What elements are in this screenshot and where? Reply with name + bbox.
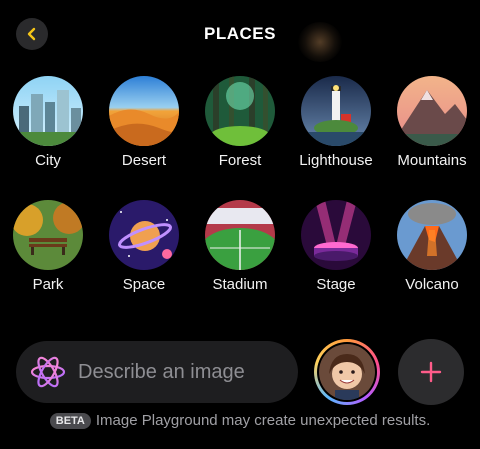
beta-badge: BETA [49, 412, 91, 429]
place-mountains[interactable]: Mountains [386, 76, 478, 169]
place-space[interactable]: Space [98, 200, 190, 293]
stage-thumbnail [301, 200, 371, 270]
image-playground-icon [30, 356, 66, 388]
place-desert[interactable]: Desert [98, 76, 190, 169]
person-avatar-button[interactable] [314, 339, 380, 405]
desert-thumbnail [109, 76, 179, 146]
place-city[interactable]: City [2, 76, 94, 169]
place-label: Forest [218, 152, 262, 169]
plus-icon [420, 361, 442, 383]
describe-image-input[interactable] [76, 359, 280, 385]
disclaimer: BETA Image Playground may create unexpec… [0, 412, 480, 429]
volcano-thumbnail [397, 200, 467, 270]
park-thumbnail [13, 200, 83, 270]
lighthouse-thumbnail [301, 76, 371, 146]
place-label: Space [122, 276, 166, 293]
place-stage[interactable]: Stage [290, 200, 382, 293]
disclaimer-text: Image Playground may create unexpected r… [95, 412, 431, 429]
page-title: PLACES [204, 24, 276, 43]
forest-thumbnail [205, 76, 275, 146]
stadium-thumbnail [205, 200, 275, 270]
place-label: City [35, 152, 61, 169]
place-stadium[interactable]: Stadium [194, 200, 286, 293]
place-label: Stadium [212, 276, 268, 293]
place-label: Lighthouse [299, 152, 373, 169]
mountains-thumbnail [397, 76, 467, 146]
avatar-frame [317, 342, 377, 402]
space-thumbnail [109, 200, 179, 270]
place-label: Volcano [405, 276, 459, 293]
place-forest[interactable]: Forest [194, 76, 286, 169]
place-label: Mountains [397, 152, 467, 169]
place-label: Desert [121, 152, 167, 169]
blurred-decoration [298, 22, 342, 62]
place-park[interactable]: Park [2, 200, 94, 293]
place-label: Park [32, 276, 64, 293]
place-label: Stage [316, 276, 356, 293]
header: PLACES [0, 0, 480, 68]
avatar [319, 344, 375, 400]
place-volcano[interactable]: Volcano [386, 200, 478, 293]
prompt-bar[interactable] [16, 341, 298, 403]
add-button[interactable] [398, 339, 464, 405]
place-lighthouse[interactable]: Lighthouse [290, 76, 382, 169]
city-thumbnail [13, 76, 83, 146]
